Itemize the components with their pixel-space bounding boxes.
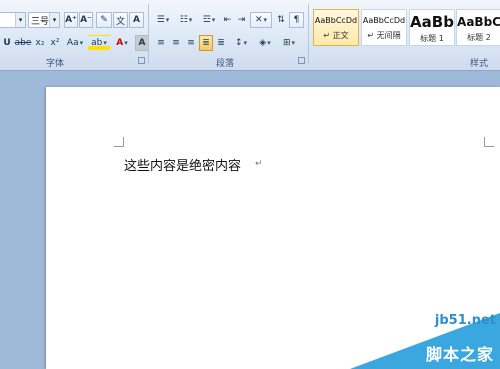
paint-bucket-icon: ◈	[259, 38, 267, 48]
font-group-label: 字体	[45, 59, 64, 69]
line-spacing-button[interactable]: ↕	[230, 35, 252, 51]
sort-icon: ⇅	[277, 15, 285, 25]
style-name: ↵ 无间隔	[367, 31, 401, 40]
margin-corner-mark	[114, 137, 124, 147]
chinese-layout-button[interactable]: ✕	[250, 12, 272, 28]
sort-button[interactable]: ⇅	[274, 12, 288, 28]
style-no-spacing[interactable]: AaBbCcDd ↵ 无间隔	[361, 9, 407, 46]
watermark: jb51.net 脚本之家	[350, 305, 500, 369]
decrease-indent-icon: ⇤	[223, 15, 232, 25]
char-shading-button[interactable]: A	[135, 35, 149, 51]
show-marks-button[interactable]: ¶	[289, 12, 304, 28]
increase-indent-button[interactable]: ⇥	[235, 12, 248, 28]
font-color-button[interactable]: A	[111, 35, 133, 51]
numbering-button[interactable]: ☷	[175, 12, 197, 28]
numbered-list-icon: ☷	[179, 15, 188, 25]
change-case-button[interactable]: Aa	[64, 35, 86, 51]
char-border-button[interactable]: A	[129, 12, 144, 28]
style-preview: AaBb	[410, 13, 454, 31]
margin-corner-mark	[484, 137, 494, 147]
style-normal[interactable]: AaBbCcDd ↵ 正文	[313, 9, 359, 46]
font-name-combo[interactable]: ▾	[0, 12, 26, 28]
styles-group-label: 样式	[470, 59, 489, 69]
chevron-down-icon[interactable]: ▾	[49, 13, 59, 27]
align-center-button[interactable]: ≡	[169, 35, 183, 51]
underline-button[interactable]: U	[0, 35, 14, 51]
phonetic-icon: 文	[115, 16, 125, 27]
chinese-layout-icon: ✕	[254, 15, 263, 25]
bullets-button[interactable]: ☰	[152, 12, 174, 28]
bullet-list-icon: ☰	[156, 15, 165, 25]
increase-indent-icon: ⇥	[237, 15, 246, 25]
distributed-icon: ≣	[217, 38, 225, 48]
style-preview: AaBbCcDd	[362, 16, 406, 25]
borders-button[interactable]: ⊞	[278, 35, 300, 51]
paragraph-dialog-launcher-icon[interactable]	[298, 57, 305, 64]
font-size-value: 三号	[31, 16, 50, 27]
grow-font-button[interactable]: A⁺	[64, 12, 78, 28]
justify-button[interactable]: ≣	[199, 35, 213, 51]
border-grid-icon: ⊞	[282, 38, 291, 48]
document-body-text[interactable]: 这些内容是绝密内容	[124, 155, 241, 174]
align-left-icon: ≡	[157, 38, 165, 48]
ribbon: ▾ 三号▾ A⁺ A⁻ ✎ 文 A U abe x₂ x² Aa ab A A …	[0, 0, 500, 71]
style-name: 标题 1	[420, 34, 444, 43]
char-border-icon: A	[133, 15, 140, 25]
group-divider	[308, 4, 309, 64]
align-right-button[interactable]: ≡	[184, 35, 198, 51]
watermark-name: 脚本之家	[425, 345, 494, 364]
align-left-button[interactable]: ≡	[154, 35, 168, 51]
justify-icon: ≣	[202, 38, 210, 48]
subscript-button[interactable]: x₂	[33, 35, 47, 51]
underline-icon: U	[3, 38, 11, 48]
text-highlight-button[interactable]: ab	[88, 35, 110, 51]
eraser-icon: ✎	[100, 15, 108, 25]
chevron-down-icon[interactable]: ▾	[15, 13, 25, 27]
multilevel-list-icon: ☲	[202, 15, 211, 25]
align-right-icon: ≡	[187, 38, 195, 48]
multilevel-list-button[interactable]: ☲	[198, 12, 220, 28]
strikethrough-button[interactable]: abe	[14, 35, 32, 51]
style-name: 标题 2	[467, 33, 491, 42]
font-dialog-launcher-icon[interactable]	[138, 57, 145, 64]
watermark-url: jb51.net	[434, 313, 496, 328]
pilcrow-icon: ¶	[293, 15, 300, 25]
font-size-combo[interactable]: 三号 ▾	[28, 12, 60, 28]
superscript-button[interactable]: x²	[48, 35, 62, 51]
paragraph-group-label: 段落	[215, 59, 234, 69]
style-name: ↵ 正文	[323, 31, 349, 40]
style-heading-1[interactable]: AaBb 标题 1	[409, 9, 455, 46]
phonetic-guide-button[interactable]: 文	[113, 12, 128, 28]
style-preview: AaBbC	[457, 15, 500, 29]
document-page[interactable]: 这些内容是绝密内容 ↵ jb51.net 脚本之家	[46, 87, 500, 369]
style-preview: AaBbCcDd	[314, 16, 358, 25]
style-heading-2[interactable]: AaBbC 标题 2	[456, 9, 500, 46]
align-center-icon: ≡	[172, 38, 180, 48]
decrease-indent-button[interactable]: ⇤	[221, 12, 234, 28]
group-divider	[148, 4, 149, 64]
paragraph-mark: ↵	[255, 159, 263, 169]
shading-button[interactable]: ◈	[254, 35, 276, 51]
shrink-font-button[interactable]: A⁻	[79, 12, 93, 28]
clear-format-button[interactable]: ✎	[96, 12, 112, 28]
line-spacing-icon: ↕	[234, 38, 243, 48]
distributed-button[interactable]: ≣	[214, 35, 228, 51]
